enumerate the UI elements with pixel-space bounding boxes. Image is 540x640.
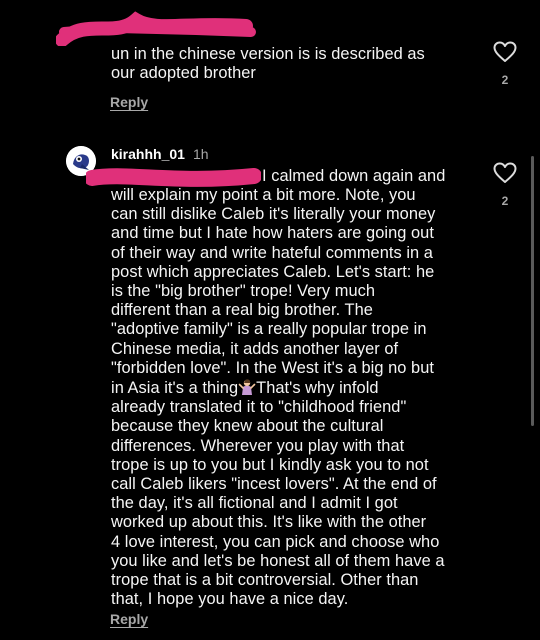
like-count: 2 — [501, 73, 509, 87]
comment-top: un in the chinese version is is describe… — [0, 0, 540, 130]
timestamp: 1h — [193, 146, 209, 162]
like-count: 2 — [501, 194, 509, 208]
heart-icon[interactable] — [493, 41, 517, 63]
username[interactable]: kirahhh_01 — [111, 146, 185, 162]
scrollbar[interactable] — [531, 156, 534, 426]
comment-text: un in the chinese version is is describe… — [111, 45, 425, 83]
comment-text: will explain my point a bit more. Note, … — [111, 186, 491, 609]
comment-text-line1: I calmed down again and — [262, 167, 446, 185]
heart-icon[interactable] — [493, 162, 517, 184]
person-shrugging-emoji — [238, 378, 256, 396]
comment-text-part2: That's why infold already translated it … — [111, 379, 445, 609]
reply-button[interactable]: Reply — [110, 94, 148, 110]
redaction-mark — [56, 10, 256, 46]
comment-text-part1: will explain my point a bit more. Note, … — [111, 186, 436, 398]
reply-button[interactable]: Reply — [110, 611, 148, 627]
